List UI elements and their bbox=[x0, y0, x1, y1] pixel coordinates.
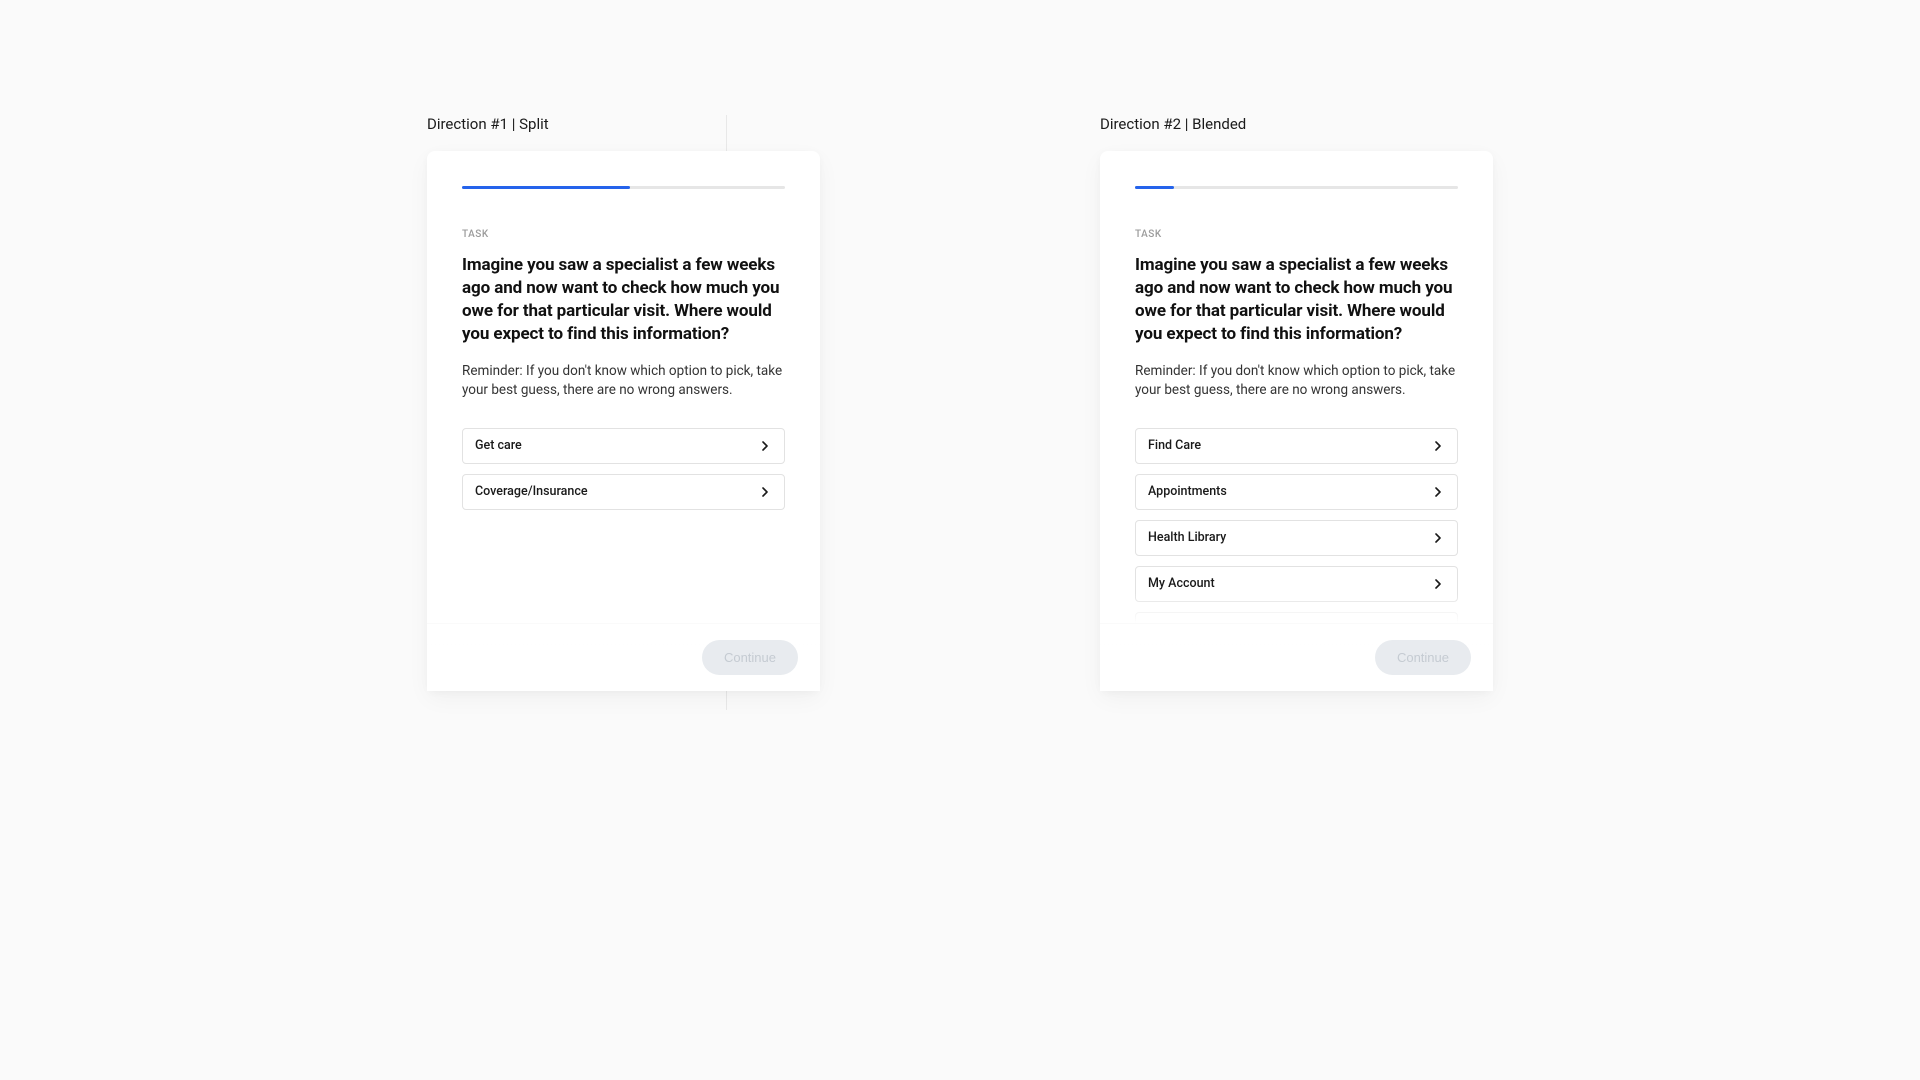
direction-column-2: Direction #2 | Blended TASK Imagine you … bbox=[1100, 115, 1493, 691]
chevron-right-icon bbox=[1431, 485, 1445, 499]
comparison-container: Direction #1 | Split TASK Imagine you sa… bbox=[0, 0, 1920, 691]
task-heading: Imagine you saw a specialist a few weeks… bbox=[462, 254, 785, 346]
task-eyebrow: TASK bbox=[1135, 229, 1458, 240]
option-label: Health Library bbox=[1148, 530, 1226, 545]
direction-label: Direction #1 | Split bbox=[427, 115, 820, 133]
progress-fill bbox=[1135, 186, 1174, 189]
continue-button[interactable]: Continue bbox=[702, 640, 798, 675]
chevron-right-icon bbox=[1431, 577, 1445, 591]
task-eyebrow: TASK bbox=[462, 229, 785, 240]
option-row[interactable]: Appointments bbox=[1135, 474, 1458, 510]
survey-card-1: TASK Imagine you saw a specialist a few … bbox=[427, 151, 820, 691]
option-row[interactable]: Contact bbox=[1135, 612, 1458, 623]
option-row[interactable]: My Account bbox=[1135, 566, 1458, 602]
option-row[interactable]: Coverage/Insurance bbox=[462, 474, 785, 510]
options-list: Find Care Appointments Health Library My Ac… bbox=[1135, 428, 1458, 623]
option-label: Appointments bbox=[1148, 484, 1227, 499]
task-heading: Imagine you saw a specialist a few weeks… bbox=[1135, 254, 1458, 346]
card-footer: Continue bbox=[427, 623, 820, 691]
card-footer: Continue bbox=[1100, 623, 1493, 691]
option-row[interactable]: Health Library bbox=[1135, 520, 1458, 556]
direction-label: Direction #2 | Blended bbox=[1100, 115, 1493, 133]
option-label: Get care bbox=[475, 438, 522, 453]
task-reminder: Reminder: If you don't know which option… bbox=[1135, 362, 1458, 400]
continue-button[interactable]: Continue bbox=[1375, 640, 1471, 675]
chevron-right-icon bbox=[1431, 531, 1445, 545]
card-content: TASK Imagine you saw a specialist a few … bbox=[1100, 151, 1493, 623]
progress-fill bbox=[462, 186, 630, 189]
direction-column-1: Direction #1 | Split TASK Imagine you sa… bbox=[427, 115, 820, 691]
chevron-right-icon bbox=[758, 439, 772, 453]
chevron-right-icon bbox=[1431, 439, 1445, 453]
option-label: Coverage/Insurance bbox=[475, 484, 588, 499]
options-list: Get care Coverage/Insurance bbox=[462, 428, 785, 510]
option-row[interactable]: Get care bbox=[462, 428, 785, 464]
progress-bar bbox=[1135, 186, 1458, 189]
card-content: TASK Imagine you saw a specialist a few … bbox=[427, 151, 820, 623]
option-label: My Account bbox=[1148, 576, 1215, 591]
option-label: Find Care bbox=[1148, 438, 1201, 453]
task-reminder: Reminder: If you don't know which option… bbox=[462, 362, 785, 400]
survey-card-2: TASK Imagine you saw a specialist a few … bbox=[1100, 151, 1493, 691]
option-row[interactable]: Find Care bbox=[1135, 428, 1458, 464]
chevron-right-icon bbox=[758, 485, 772, 499]
progress-bar bbox=[462, 186, 785, 189]
